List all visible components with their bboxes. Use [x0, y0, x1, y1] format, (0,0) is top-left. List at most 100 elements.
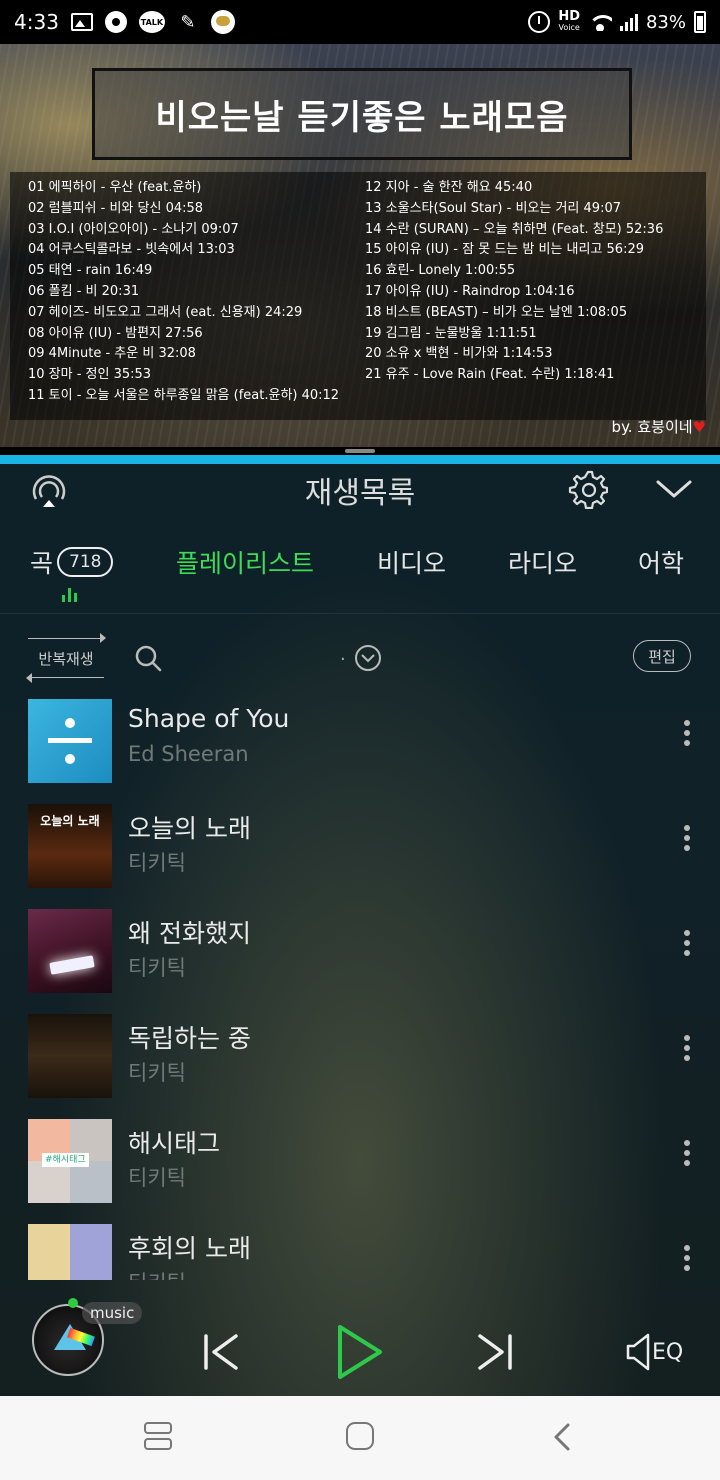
tracklist-left: 01 에픽하이 - 우산 (feat.윤하) 02 럼블피쉬 - 비와 당신 04… — [28, 178, 351, 414]
video-tracklist: 01 에픽하이 - 우산 (feat.윤하) 02 럼블피쉬 - 비와 당신 04… — [10, 172, 706, 420]
play-icon[interactable] — [334, 1322, 386, 1382]
next-track-icon[interactable] — [476, 1332, 516, 1372]
home-icon[interactable] — [346, 1422, 374, 1450]
song-title: 후회의 노래 — [128, 1234, 251, 1263]
more-vertical-icon[interactable] — [684, 930, 692, 960]
track-entry: 10 장마 - 정인 35:53 — [28, 367, 152, 383]
song-artist: 티키틱 — [128, 956, 186, 980]
header: 재생목록 — [0, 464, 720, 514]
video-player[interactable]: 비오는날 듣기좋은 노래모음 01 에픽하이 - 우산 (feat.윤하) 02 … — [0, 44, 720, 448]
album-thumbnail: #해시태그 — [28, 1119, 112, 1203]
sort-dropdown-icon[interactable] — [354, 644, 382, 672]
song-title: Shape of You — [128, 704, 290, 733]
track-entry: 12 지아 - 술 한잔 해요 45:40 — [365, 180, 533, 195]
track-entry: 20 소유 x 백현 - 비가와 1:14:53 — [365, 346, 553, 362]
album-thumbnail-label: 오늘의 노래 — [40, 814, 100, 828]
divider-handle[interactable] — [345, 449, 375, 453]
sort-label: . — [340, 644, 346, 665]
song-title: 오늘의 노래 — [128, 814, 251, 843]
clock: 4:33 — [14, 10, 59, 34]
track-entry: 21 유주 - Love Rain (Feat. 수란) 1:18:41 — [365, 367, 615, 383]
track-entry: 14 수란 (SURAN) – 오늘 취하면 (Feat. 창모) 52:36 — [365, 221, 664, 237]
gear-icon[interactable] — [568, 469, 608, 509]
album-thumbnail — [28, 1224, 112, 1280]
search-icon[interactable] — [134, 644, 162, 672]
track-entry: 07 헤이즈- 비도오고 그래서 (eat. 신용재) 24:29 — [28, 304, 303, 320]
tab-radio[interactable]: 라디오 — [508, 544, 577, 580]
media-notification-icon — [104, 11, 127, 33]
list-item[interactable]: Shape of You Ed Sheeran — [0, 696, 720, 801]
more-vertical-icon[interactable] — [684, 1035, 692, 1065]
album-thumbnail — [28, 699, 112, 783]
previous-track-icon[interactable] — [200, 1332, 240, 1372]
track-entry: 15 아이유 (IU) - 잠 못 드는 밤 비는 내리고 56:29 — [365, 242, 644, 258]
app-notification-icon — [210, 10, 235, 34]
more-vertical-icon[interactable] — [684, 1245, 692, 1275]
list-item[interactable]: 왜 전화했지 티키틱 — [0, 906, 720, 1011]
phone-glow — [49, 955, 95, 975]
track-entry: 04 어쿠스틱콜라보 - 빗속에서 13:03 — [28, 242, 235, 258]
signal-icon — [619, 13, 638, 31]
system-nav-bar — [0, 1396, 720, 1480]
song-artist: Ed Sheeran — [128, 742, 249, 766]
song-artist: 티키틱 — [128, 1267, 186, 1280]
track-entry: 02 럼블피쉬 - 비와 당신 04:58 — [28, 200, 204, 216]
song-artist: 티키틱 — [128, 1166, 186, 1190]
list-toolbar: 반복재생 . 편집 — [0, 633, 720, 684]
eq-label: EQ — [652, 1340, 684, 1365]
song-artist: 티키틱 — [128, 1061, 186, 1085]
heart-icon: ♥ — [692, 418, 706, 436]
battery-percent: 83% — [645, 11, 686, 33]
tab-bar: 곡 718 플레이리스트 비디오 라디오 어학 — [0, 544, 720, 614]
kakaotalk-icon: TALK — [138, 11, 165, 33]
more-vertical-icon[interactable] — [684, 720, 692, 750]
list-item[interactable]: 오늘의 노래 오늘의 노래 티키틱 — [0, 801, 720, 906]
track-entry: 13 소울스타(Soul Star) - 비오는 거리 49:07 — [365, 200, 621, 216]
recent-apps-icon[interactable] — [144, 1422, 172, 1450]
repeat-button[interactable]: 반복재생 — [26, 633, 106, 683]
music-badge: music — [82, 1302, 143, 1324]
video-title: 비오는날 듣기좋은 노래모음 — [155, 97, 569, 138]
track-entry: 09 4Minute - 추운 비 32:08 — [28, 346, 196, 362]
track-entry: 16 효린- Lonely 1:00:55 — [365, 263, 516, 279]
battery-icon — [694, 11, 706, 33]
list-item[interactable]: #해시태그 해시태그 티키틱 — [0, 1116, 720, 1221]
playlist-panel: 재생목록 곡 718 플레이리스트 비디오 라디오 어학 반복재생 . 편집 S… — [0, 464, 720, 1396]
track-entry: 18 비스트 (BEAST) – 비가 오는 날엔 1:08:05 — [365, 304, 628, 320]
back-icon[interactable] — [550, 1422, 574, 1452]
edit-button[interactable]: 편집 — [633, 640, 691, 672]
mini-player: music EQ — [0, 1280, 720, 1396]
video-title-box: 비오는날 듣기좋은 노래모음 — [92, 68, 632, 160]
chevron-down-icon[interactable] — [654, 474, 694, 504]
tab-playlist[interactable]: 플레이리스트 — [176, 544, 314, 580]
tab-language[interactable]: 어학 — [638, 544, 684, 580]
album-thumbnail-label: #해시태그 — [42, 1153, 89, 1167]
gallery-notification-icon — [70, 13, 93, 31]
song-artist: 티키틱 — [128, 851, 186, 875]
tab-video[interactable]: 비디오 — [377, 544, 446, 580]
speaker-icon — [626, 1333, 650, 1371]
song-count-badge: 718 — [57, 547, 114, 577]
tracklist-right: 12 지아 - 술 한잔 해요 45:40 13 소울스타(Soul Star) … — [365, 178, 688, 414]
video-credit: by. 효붕이네♥ — [611, 418, 706, 436]
equalizer-button[interactable]: EQ — [626, 1332, 688, 1372]
wifi-icon — [587, 13, 612, 31]
track-entry: 17 아이유 (IU) - Raindrop 1:04:16 — [365, 283, 575, 299]
track-entry: 11 토이 - 오늘 서울은 하루종일 맑음 (feat.윤하) 40:12 — [28, 387, 340, 403]
now-playing-indicator-icon — [62, 588, 77, 602]
alarm-icon — [528, 11, 551, 33]
tab-songs[interactable]: 곡 718 — [30, 544, 114, 580]
album-thumbnail — [28, 909, 112, 993]
more-vertical-icon[interactable] — [684, 825, 692, 855]
status-bar: 4:33 TALK ✎ HD Voice 83% — [0, 0, 720, 44]
track-entry: 05 태연 - rain 16:49 — [28, 263, 153, 279]
track-entry: 03 I.O.I (아이오아이) - 소나기 09:07 — [28, 221, 239, 237]
track-entry: 06 폴킴 - 비 20:31 — [28, 283, 140, 299]
list-item[interactable]: 후회의 노래 티키틱 — [0, 1221, 720, 1280]
album-thumbnail: 오늘의 노래 — [28, 804, 112, 888]
hd-voice-icon: HD Voice — [558, 9, 580, 32]
list-item[interactable]: 독립하는 중 티키틱 — [0, 1011, 720, 1116]
more-vertical-icon[interactable] — [684, 1140, 692, 1170]
playing-status-dot — [68, 1298, 78, 1308]
track-entry: 19 김그림 - 눈물방울 1:11:51 — [365, 325, 537, 341]
